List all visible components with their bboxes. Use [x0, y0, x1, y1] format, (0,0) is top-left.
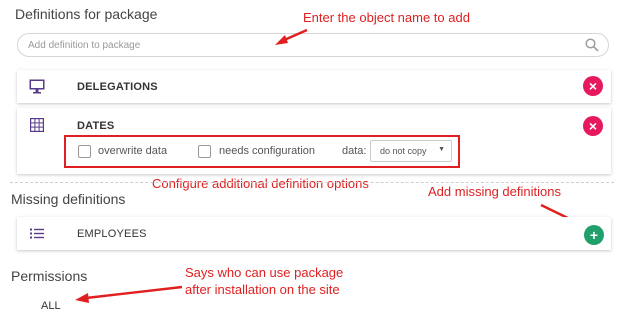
definition-label: DELEGATIONS — [77, 81, 158, 93]
add-employees-button[interactable]: + — [584, 225, 604, 245]
separator — [10, 182, 614, 183]
annotation-configure-options: Configure additional definition options — [152, 176, 369, 191]
options-highlight-box — [64, 135, 460, 168]
missing-row-employees: EMPLOYEES + — [17, 217, 611, 250]
missing-definitions-title: Missing definitions — [11, 191, 126, 207]
definition-row-delegations: DELEGATIONS × — [17, 70, 611, 103]
definitions-title: Definitions for package — [15, 6, 158, 22]
annotation-add-missing: Add missing definitions — [428, 184, 561, 199]
annotation-arrow-enter — [275, 28, 308, 45]
permissions-title: Permissions — [11, 268, 88, 284]
definition-label: DATES — [77, 120, 115, 132]
monitor-icon — [29, 79, 45, 94]
remove-delegations-button[interactable]: × — [583, 76, 603, 96]
list-icon — [30, 228, 44, 239]
search-icon[interactable] — [585, 38, 599, 52]
annotation-arrow-permissions — [75, 285, 183, 303]
grid-icon — [30, 118, 44, 132]
remove-dates-button[interactable]: × — [583, 116, 603, 136]
missing-definition-label: EMPLOYEES — [77, 228, 147, 240]
add-definition-search[interactable] — [17, 33, 609, 57]
annotation-permissions-line2: after installation on the site — [185, 282, 340, 297]
permissions-value: ALL — [41, 300, 61, 312]
annotation-permissions-line1: Says who can use package — [185, 265, 344, 280]
annotation-enter-object: Enter the object name to add — [303, 10, 470, 25]
